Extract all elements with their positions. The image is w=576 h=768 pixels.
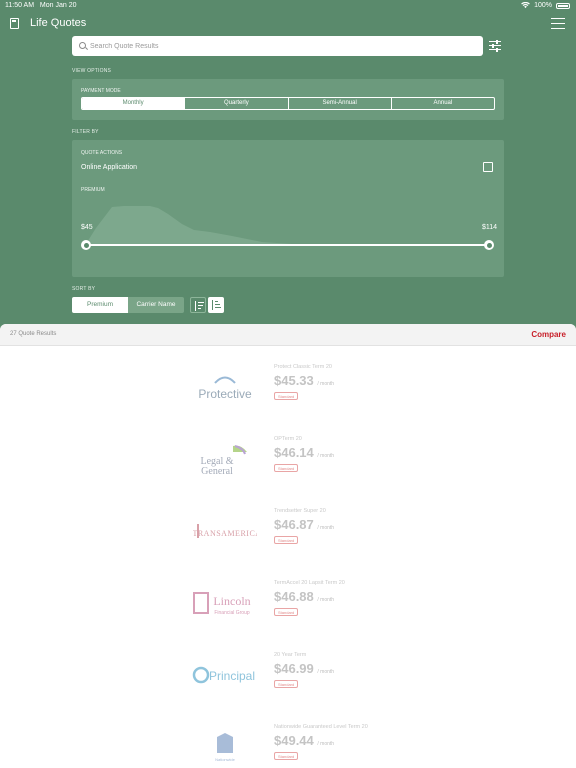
results-header: 27 Quote Results Compare: [0, 324, 576, 346]
premium-range-track: [86, 244, 490, 246]
quote-price: $46.88 / month: [274, 589, 335, 604]
calculator-icon[interactable]: [10, 18, 19, 29]
battery-icon: [556, 2, 570, 9]
search-input[interactable]: [90, 36, 470, 56]
status-time: 11:50 AM Mon Jan 20: [5, 2, 77, 9]
filter-settings-icon[interactable]: [489, 39, 501, 52]
filter-by-panel: QUOTE ACTIONS Online Application PREMIUM…: [72, 140, 504, 277]
product-name: OPTerm 20: [274, 436, 302, 442]
sort-descending-icon[interactable]: [190, 297, 206, 313]
quote-price: $46.99 / month: [274, 661, 335, 676]
quote-card[interactable]: Lincoln Financial Group TermAccel 20 Laps…: [178, 574, 400, 638]
carrier-logo-lincoln: Lincoln Financial Group: [190, 586, 260, 622]
payment-mode-quarterly[interactable]: Quarterly: [184, 98, 287, 109]
quote-price: $46.14 / month: [274, 445, 335, 460]
svg-text:Principal: Principal: [209, 669, 255, 683]
premium-distribution-chart: [86, 206, 490, 244]
svg-text:Lincoln: Lincoln: [213, 594, 250, 608]
rate-class-badge: Standard: [274, 392, 299, 400]
results-count: 27 Quote Results: [10, 331, 57, 337]
quote-card[interactable]: TRANSAMERICA Trendsetter Super 20 $46.87…: [178, 502, 400, 566]
svg-text:Nationwide: Nationwide: [215, 757, 236, 762]
payment-mode-monthly[interactable]: Monthly: [82, 98, 185, 109]
principal-logo-icon: Principal: [192, 666, 255, 684]
svg-text:General: General: [201, 466, 233, 477]
quote-price: $49.44 / month: [274, 733, 335, 748]
product-name: Trendsetter Super 20: [274, 508, 326, 514]
view-options-panel: PAYMENT MODE Monthly Quarterly Semi-Annu…: [72, 79, 504, 120]
product-name: 20 Year Term: [274, 652, 307, 658]
payment-mode-segmented-control: Monthly Quarterly Semi-Annual Annual: [81, 97, 495, 110]
status-date: Mon Jan 20: [39, 2, 77, 9]
rate-class-badge: Standard: [274, 680, 299, 688]
carrier-logo-transamerica: TRANSAMERICA: [190, 514, 260, 550]
svg-text:TRANSAMERICA: TRANSAMERICA: [193, 529, 257, 538]
transamerica-logo-icon: TRANSAMERICA: [193, 524, 257, 538]
search-icon: [79, 42, 86, 49]
sort-carrier-name-button[interactable]: Carrier Name: [128, 297, 184, 313]
sort-premium-button[interactable]: Premium: [72, 297, 128, 313]
quote-card[interactable]: Protective Protect Classic Term 20 $45.3…: [178, 358, 400, 422]
product-name: Protect Classic Term 20: [274, 364, 332, 370]
carrier-logo-principal: Principal: [190, 658, 260, 694]
lincoln-logo-icon: Lincoln Financial Group: [193, 592, 251, 616]
battery-percent: 100%: [534, 2, 552, 9]
rate-class-badge: Standard: [274, 536, 299, 544]
product-name: Nationwide Guaranteed Level Term 20: [274, 724, 368, 730]
premium-distribution-area: [86, 206, 490, 244]
quote-card[interactable]: Nationwide Nationwide Guaranteed Level T…: [178, 718, 400, 768]
status-bar: 11:50 AM Mon Jan 20 100%: [0, 0, 576, 12]
hamburger-menu-icon[interactable]: [551, 18, 565, 29]
protective-logo-icon: Protective: [198, 376, 252, 401]
sort-by-label: SORT BY: [72, 286, 96, 292]
view-options-label: VIEW OPTIONS: [72, 68, 112, 74]
premium-max-handle[interactable]: [484, 240, 494, 250]
svg-text:Financial Group: Financial Group: [214, 610, 250, 616]
quote-price: $45.33 / month: [274, 373, 335, 388]
svg-text:Protective: Protective: [198, 387, 252, 401]
payment-mode-annual[interactable]: Annual: [390, 98, 494, 109]
carrier-logo-protective: Protective: [190, 370, 260, 406]
wifi-icon: [521, 2, 530, 9]
carrier-logo-nationwide: Nationwide: [190, 730, 260, 766]
results-sheet: 27 Quote Results Compare Protective Prot…: [0, 324, 576, 768]
nav-bar: Life Quotes: [0, 14, 576, 34]
payment-mode-label: PAYMENT MODE: [81, 88, 121, 94]
quote-card[interactable]: Legal & General OPTerm 20 $46.14 / month …: [178, 430, 400, 494]
filter-by-label: FILTER BY: [72, 129, 99, 135]
premium-min-handle[interactable]: [81, 240, 91, 250]
premium-max-label: $114: [481, 224, 497, 231]
rate-class-badge: Standard: [274, 464, 299, 472]
sort-ascending-icon[interactable]: [208, 297, 224, 313]
product-name: TermAccel 20 Lapsit Term 20: [274, 580, 345, 586]
carrier-logo-legal-general: Legal & General: [190, 442, 260, 478]
status-right: 100%: [521, 2, 570, 9]
quote-price: $46.87 / month: [274, 517, 335, 532]
legal-general-logo-icon: Legal &General: [200, 445, 247, 477]
page-title: Life Quotes: [30, 17, 87, 29]
search-bar[interactable]: [72, 36, 483, 56]
rate-class-badge: Standard: [274, 608, 299, 616]
premium-min-label: $45: [81, 224, 93, 231]
compare-button[interactable]: Compare: [531, 330, 566, 339]
nationwide-logo-icon: Nationwide: [215, 733, 236, 762]
payment-mode-semi-annual[interactable]: Semi-Annual: [287, 98, 391, 109]
rate-class-badge: Standard: [274, 752, 299, 760]
quote-card[interactable]: Principal 20 Year Term $46.99 / month St…: [178, 646, 400, 710]
